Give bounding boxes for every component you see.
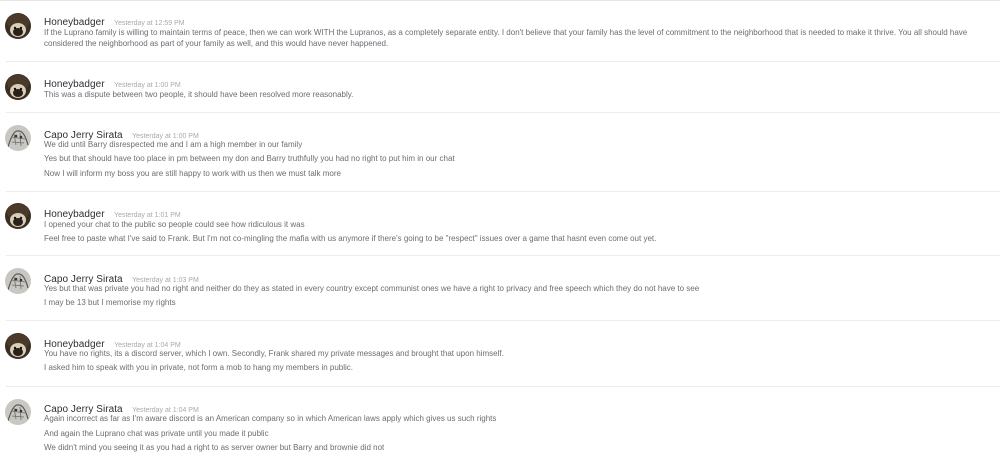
badger-avatar-icon[interactable] [5, 203, 31, 229]
badger-avatar-icon[interactable] [5, 333, 31, 359]
sketch-avatar-icon[interactable] [5, 268, 31, 294]
message-text: Feel free to paste what I've said to Fra… [44, 234, 657, 243]
message-text: We didn't mind you seeing it as you had … [44, 443, 385, 452]
timestamp: Yesterday at 12:59 PM [114, 20, 185, 27]
badger-avatar-icon[interactable] [5, 13, 31, 39]
message-text: If the Luprano family is willing to main… [44, 28, 968, 48]
message-group: Capo Jerry Sirata Yesterday at 1:00 PM W… [0, 113, 1000, 192]
sketch-avatar-icon[interactable] [5, 125, 31, 151]
message-text: Again incorrect as far as I'm aware disc… [44, 414, 497, 423]
message-text: This was a dispute between two people, i… [44, 90, 354, 99]
sketch-avatar-icon[interactable] [5, 399, 31, 425]
message-group: Honeybadger Yesterday at 1:04 PM You hav… [0, 321, 1000, 387]
timestamp: Yesterday at 1:01 PM [114, 212, 181, 219]
message-group: Honeybadger Yesterday at 1:00 PM This wa… [0, 62, 1000, 113]
message-group: Honeybadger Yesterday at 12:59 PM If the… [0, 0, 1000, 62]
badger-avatar-icon[interactable] [5, 74, 31, 100]
message-text: I asked him to speak with you in private… [44, 363, 354, 372]
message-text: I opened your chat to the public so peop… [44, 220, 305, 229]
message-text: I may be 13 but I memorise my rights [44, 298, 176, 307]
message-text: Yes but that should have too place in pm… [44, 154, 455, 163]
message-group: Capo Jerry Sirata Yesterday at 1:03 PM Y… [0, 256, 1000, 321]
message-text: And again the Luprano chat was private u… [44, 429, 269, 438]
timestamp: Yesterday at 1:00 PM [114, 82, 181, 89]
message-text: Now I will inform my boss you are still … [44, 169, 341, 178]
message-text: We did until Barry disrespected me and I… [44, 140, 303, 149]
message-group: Honeybadger Yesterday at 1:01 PM I opene… [0, 192, 1000, 256]
message-group: Capo Jerry Sirata Yesterday at 1:04 PM A… [0, 387, 1000, 463]
message-text: You have no rights, its a discord server… [44, 349, 504, 358]
message-text: Yes but that was private you had no righ… [44, 284, 700, 293]
chat-message-list: Honeybadger Yesterday at 12:59 PM If the… [0, 0, 1000, 463]
